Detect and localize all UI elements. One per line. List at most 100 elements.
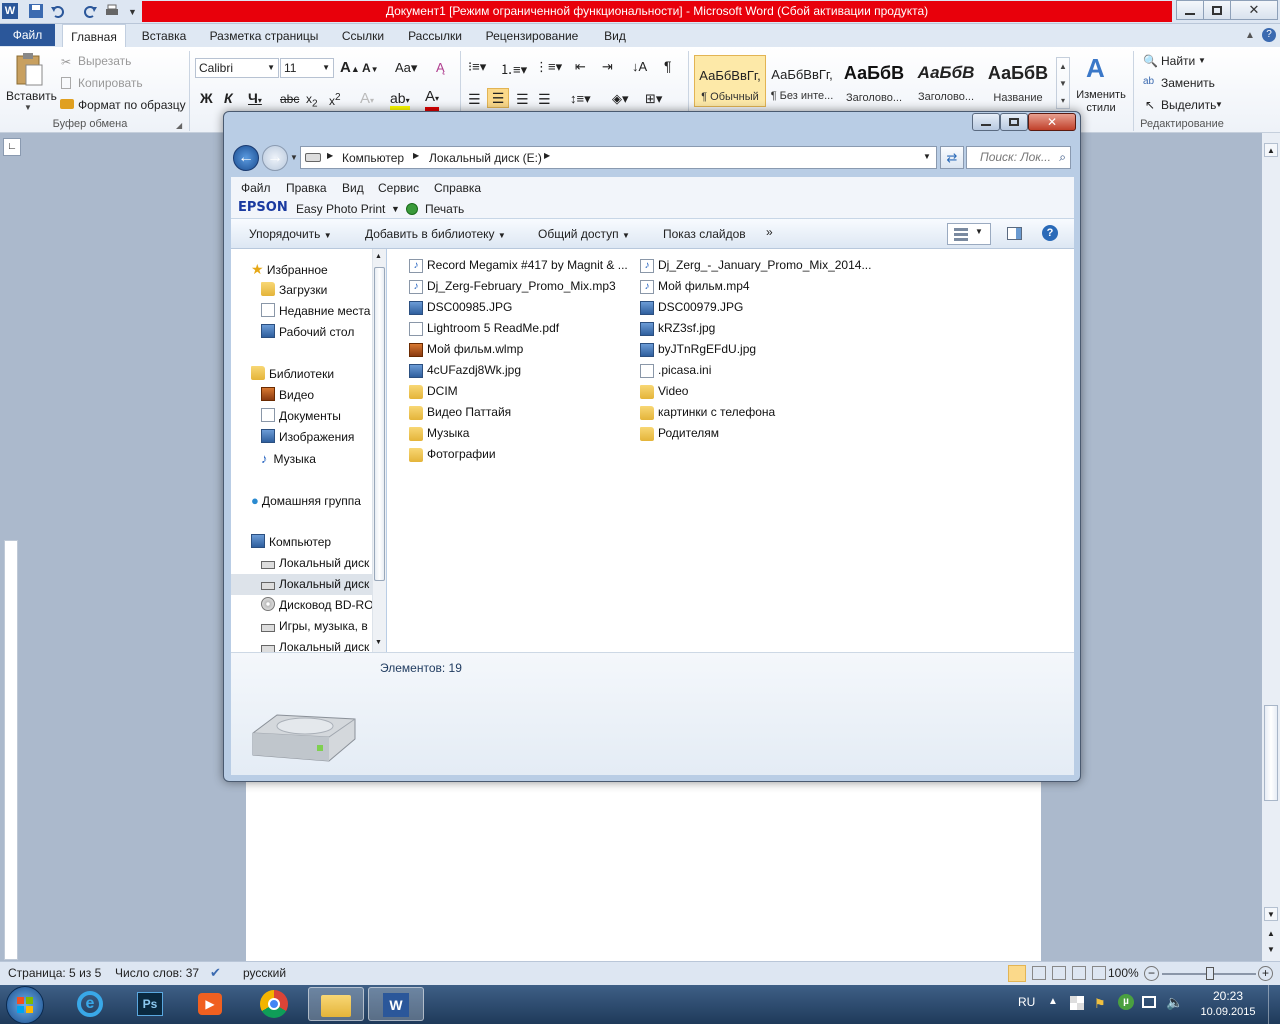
file-item[interactable]: ♪ Dj_Zerg-February_Promo_Mix.mp3 bbox=[409, 276, 616, 297]
decrease-indent-icon[interactable]: ⇤ bbox=[575, 59, 586, 75]
file-item[interactable]: byJTnRgEFdU.jpg bbox=[640, 339, 756, 360]
font-color-icon[interactable]: A▾ bbox=[425, 89, 440, 111]
chevron-right-icon[interactable]: ▶ bbox=[413, 151, 419, 160]
scroll-up-icon[interactable]: ▲ bbox=[375, 253, 382, 260]
chrome-icon[interactable] bbox=[246, 987, 302, 1021]
change-styles-icon[interactable]: A bbox=[1086, 53, 1105, 84]
file-item[interactable]: 4cUFazdj8Wk.jpg bbox=[409, 360, 521, 381]
nav-documents[interactable]: Документы bbox=[261, 406, 341, 427]
style-normal[interactable]: АаБбВвГг, ¶ Обычный bbox=[694, 55, 766, 107]
style-title[interactable]: АаБбВ Название bbox=[982, 55, 1054, 107]
preview-pane-icon[interactable] bbox=[1007, 227, 1022, 240]
file-item[interactable]: Музыка bbox=[409, 423, 469, 444]
tab-page-layout[interactable]: Разметка страницы bbox=[204, 24, 324, 48]
tab-review[interactable]: Рецензирование bbox=[480, 24, 584, 48]
restore-button[interactable] bbox=[1203, 0, 1231, 20]
slideshow-button[interactable]: Показ слайдов bbox=[663, 227, 746, 241]
proofing-icon[interactable]: ✔ bbox=[210, 965, 221, 981]
word-app-icon[interactable]: W bbox=[2, 3, 18, 19]
file-item[interactable]: Video bbox=[640, 381, 688, 402]
help-icon[interactable]: ? bbox=[1262, 28, 1276, 42]
clear-format-icon[interactable]: Ą bbox=[436, 60, 445, 75]
nav-pictures[interactable]: Изображения bbox=[261, 427, 354, 448]
underline-icon[interactable]: Ч▾ bbox=[248, 90, 262, 106]
vertical-scrollbar[interactable]: ▲ ▼ ▲ ▼ bbox=[1262, 133, 1280, 961]
organize-button[interactable]: Упорядочить ▼ bbox=[249, 227, 332, 241]
next-page-icon[interactable]: ▼ bbox=[1264, 943, 1278, 957]
file-item[interactable]: DSC00979.JPG bbox=[640, 297, 743, 318]
tab-mailings[interactable]: Рассылки bbox=[403, 24, 467, 48]
scroll-down-icon[interactable]: ▼ bbox=[375, 639, 382, 646]
nav-games-drive[interactable]: Игры, музыка, в bbox=[261, 616, 368, 637]
change-styles-button[interactable]: Изменить стили bbox=[1075, 89, 1127, 115]
explorer-taskbar-icon[interactable] bbox=[308, 987, 364, 1021]
word-count[interactable]: Число слов: 37 bbox=[115, 966, 199, 980]
nav-libraries[interactable]: Библиотеки bbox=[251, 364, 334, 385]
chevron-right-icon[interactable]: ▶ bbox=[327, 151, 333, 160]
file-item[interactable]: ♪ Dj_Zerg_-_January_Promo_Mix_2014... bbox=[640, 255, 871, 276]
change-view-button[interactable]: ▼ bbox=[947, 223, 991, 245]
nav-local-disk-c[interactable]: Локальный диск bbox=[261, 553, 369, 574]
nav-computer[interactable]: Компьютер bbox=[251, 532, 331, 553]
search-icon[interactable]: ⌕ bbox=[1059, 147, 1066, 168]
find-button[interactable]: Найти bbox=[1161, 54, 1195, 68]
history-dropdown-icon[interactable]: ▼ bbox=[290, 153, 298, 162]
address-bar[interactable]: ▶ Компьютер ▶ Локальный диск (E:) ▶ ▼ bbox=[300, 146, 937, 169]
nav-music[interactable]: ♪ Музыка bbox=[261, 448, 316, 469]
replace-button[interactable]: Заменить bbox=[1161, 76, 1215, 90]
font-size-field[interactable]: 11 ▼ bbox=[280, 58, 334, 78]
draft-icon[interactable] bbox=[1092, 966, 1106, 980]
tab-file[interactable]: Файл bbox=[0, 24, 55, 46]
nav-favorites[interactable]: ★ Избранное bbox=[251, 259, 328, 280]
nav-homegroup[interactable]: ● Домашняя группа bbox=[251, 490, 361, 511]
tab-view[interactable]: Вид bbox=[600, 24, 630, 48]
nav-videos[interactable]: Видео bbox=[261, 385, 314, 406]
styles-scroll-icon[interactable]: ▲ ▼ ▾ bbox=[1056, 57, 1070, 109]
media-player-icon[interactable]: ▶ bbox=[182, 987, 238, 1021]
copy-button[interactable]: Копировать bbox=[78, 76, 143, 90]
navigation-scrollbar[interactable]: ▲ ▼ bbox=[372, 249, 386, 652]
outline-icon[interactable] bbox=[1072, 966, 1086, 980]
file-item[interactable]: Видео Паттайя bbox=[409, 402, 511, 423]
clock-date[interactable]: 10.09.2015 bbox=[1194, 1006, 1262, 1018]
web-layout-icon[interactable] bbox=[1052, 966, 1066, 980]
file-item[interactable]: Родителям bbox=[640, 423, 719, 444]
select-dropdown-icon[interactable]: ▼ bbox=[1215, 100, 1223, 109]
more-commands-icon[interactable]: » bbox=[766, 225, 773, 239]
highlight-icon[interactable]: ab▾ bbox=[390, 90, 410, 110]
zoom-level[interactable]: 100% bbox=[1108, 966, 1139, 980]
sort-icon[interactable]: ↓A bbox=[632, 59, 647, 74]
show-marks-icon[interactable]: ¶ bbox=[664, 58, 672, 74]
superscript-icon[interactable]: x2 bbox=[329, 92, 341, 108]
nav-bd-rom[interactable]: Дисковод BD-RO bbox=[261, 595, 372, 616]
paste-dropdown-icon[interactable]: ▼ bbox=[24, 103, 32, 112]
nav-downloads[interactable]: Загрузки bbox=[261, 280, 327, 301]
file-item[interactable]: .picasa.ini bbox=[640, 360, 711, 381]
file-item[interactable]: Фотографии bbox=[409, 444, 496, 465]
scroll-up-icon[interactable]: ▲ bbox=[1264, 143, 1278, 157]
language-indicator[interactable]: русский bbox=[243, 966, 286, 980]
zoom-slider-thumb[interactable] bbox=[1206, 967, 1214, 980]
scroll-thumb[interactable] bbox=[374, 267, 385, 581]
font-name-field[interactable]: Calibri ▼ bbox=[195, 58, 279, 78]
strikethrough-icon[interactable]: abc bbox=[280, 92, 299, 106]
select-button[interactable]: Выделить bbox=[1161, 98, 1216, 112]
italic-icon[interactable]: К bbox=[224, 90, 233, 106]
save-icon[interactable] bbox=[28, 3, 46, 21]
breadcrumb-drive[interactable]: Локальный диск (E:) bbox=[429, 151, 542, 165]
address-dropdown-icon[interactable]: ▼ bbox=[923, 152, 931, 161]
action-center-icon[interactable]: ⚑ bbox=[1094, 996, 1106, 1012]
menu-file[interactable]: Файл bbox=[241, 181, 271, 195]
qat-customize-icon[interactable]: ▼ bbox=[128, 7, 137, 17]
ie-icon[interactable]: e bbox=[62, 987, 118, 1021]
explorer-maximize-button[interactable] bbox=[1000, 113, 1028, 131]
nav-recent-places[interactable]: Недавние места bbox=[261, 301, 370, 322]
menu-edit[interactable]: Правка bbox=[286, 181, 327, 195]
epson-dropdown-icon[interactable]: ▼ bbox=[391, 204, 400, 214]
zoom-in-icon[interactable]: + bbox=[1258, 966, 1273, 981]
find-dropdown-icon[interactable]: ▼ bbox=[1198, 56, 1206, 65]
align-right-icon[interactable]: ☰ bbox=[516, 91, 529, 108]
multilevel-list-icon[interactable]: ⋮≡▾ bbox=[535, 59, 562, 75]
tab-references[interactable]: Ссылки bbox=[335, 24, 391, 48]
shrink-font-icon[interactable]: A▼ bbox=[362, 61, 379, 75]
